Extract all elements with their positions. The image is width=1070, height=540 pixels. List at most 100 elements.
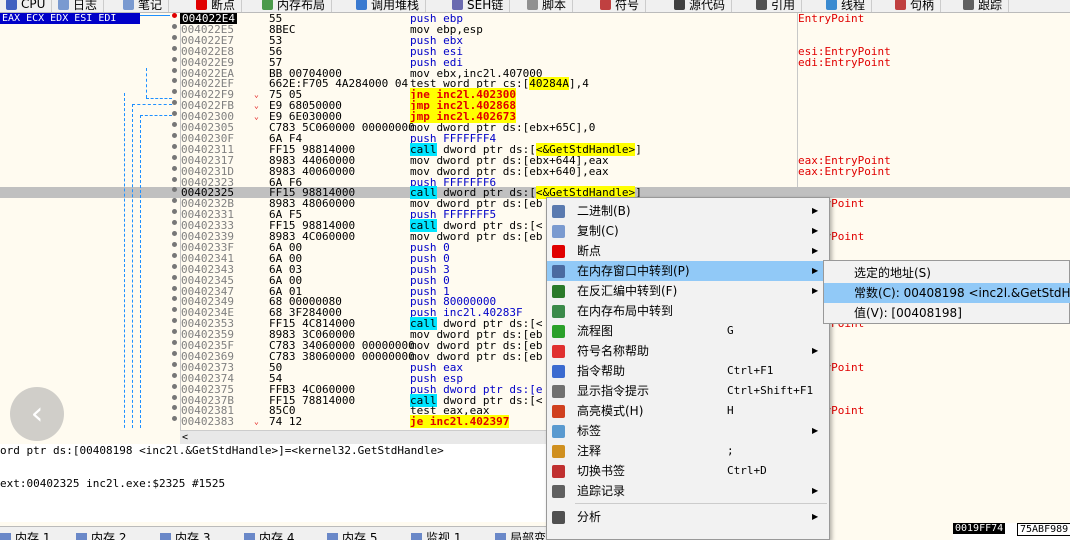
menu-item-11[interactable]: 高亮模式(H) H	[547, 401, 829, 421]
disasm-row[interactable]: 004022E7 53 push ebx	[0, 34, 1070, 46]
menu-item-15[interactable]: 追踪记录 ▶	[547, 481, 829, 501]
breakpoint-dot-icon[interactable]	[172, 143, 177, 149]
submenu-item-3[interactable]: 值(V): [00408198]	[824, 303, 1070, 323]
breakpoint-dot-icon[interactable]	[172, 122, 177, 127]
menu-item-16[interactable]: 分析 ▶	[547, 507, 829, 527]
disasm-row[interactable]: 004022EF 662E:F705 4A284000 04 test word p…	[0, 77, 1070, 91]
breakpoint-dot-icon[interactable]	[172, 394, 177, 400]
disasm-row[interactable]: 0040231D 8983 40060000 mov dword ptr ds:[e…	[0, 165, 1070, 177]
breakpoint-dot-icon[interactable]	[172, 45, 177, 51]
menu-item-12[interactable]: 标签 ▶	[547, 421, 829, 441]
tab-11[interactable]: 引用	[750, 0, 803, 12]
bottom-tab-6[interactable]: 监视 1	[411, 529, 461, 540]
breakpoint-dot-icon[interactable]	[172, 165, 177, 171]
breakpoint-dot-icon[interactable]	[172, 274, 177, 280]
bottom-tab-1[interactable]: 内存 1	[0, 529, 50, 540]
info-pane: ord ptr ds:[00408198 <inc2l.&GetStdHandl…	[0, 444, 560, 522]
menu-item-8[interactable]: 符号名称帮助 ▶	[547, 341, 829, 361]
tab-1[interactable]: CPU	[0, 0, 53, 12]
breakpoint-dot-icon[interactable]	[172, 405, 177, 411]
breakpoint-dot-icon[interactable]	[172, 372, 177, 378]
tab-8[interactable]: 脚本	[521, 0, 574, 12]
menu-item-6[interactable]: 在内存布局中转到	[547, 301, 829, 321]
tab-10[interactable]: 源代码	[668, 0, 733, 12]
breakpoint-dot-icon[interactable]	[172, 132, 177, 138]
breakpoint-dot-icon[interactable]	[172, 34, 177, 40]
bottom-tab-2[interactable]: 内存 2	[76, 529, 126, 540]
tab-7[interactable]: SEH链	[446, 0, 511, 12]
tab-12[interactable]: 线程	[820, 0, 873, 12]
disasm-row[interactable]: 00402369 C783 38060000 00000000 mov dword …	[0, 350, 1070, 362]
breakpoint-dot-icon[interactable]	[172, 361, 177, 367]
disasm-row[interactable]: 004022E5 8BEC mov ebp,esp	[0, 23, 1070, 35]
scroll-left-icon[interactable]: <	[182, 431, 188, 444]
jump-line	[140, 115, 141, 430]
tab-3[interactable]: 笔记	[117, 0, 170, 12]
disasm-row[interactable]: 004022E8 56 push esi esi:EntryPoint	[0, 45, 1070, 57]
breakpoint-dot-icon[interactable]	[172, 111, 177, 117]
breakpoint-dot-icon[interactable]	[172, 176, 177, 182]
submenu-item-2[interactable]: 常数(C): 00408198 <inc2l.&GetStdHa	[824, 283, 1070, 303]
tab-5[interactable]: 内存布局	[256, 0, 333, 12]
breakpoint-dot-icon[interactable]	[172, 285, 177, 291]
menu-item-1[interactable]: 二进制(B) ▶	[547, 201, 829, 221]
disasm-row[interactable]: 0040232B 8983 48060000 mov dword ptr ds:[e…	[0, 198, 1070, 209]
breakpoint-dot-icon[interactable]	[172, 383, 177, 389]
menu-item-4[interactable]: 在内存窗口中转到(P) ▶	[547, 261, 829, 281]
breakpoint-dot-icon[interactable]	[172, 154, 177, 160]
bottom-tab-4[interactable]: 内存 4	[244, 529, 294, 540]
breakpoint-dot-icon[interactable]	[172, 350, 177, 356]
tab-2[interactable]: 日志	[52, 0, 105, 12]
breakpoint-dot-icon[interactable]	[172, 296, 177, 302]
menu-item-14[interactable]: 切换书签 Ctrl+D	[547, 461, 829, 481]
disassembly-view[interactable]: EAX ECX EDX ESI EDI 004022E4 55 push ebp En…	[0, 13, 1070, 430]
bottom-tab-5[interactable]: 内存 5	[327, 529, 377, 540]
breakpoint-dot-icon[interactable]	[172, 252, 177, 258]
disasm-row[interactable]: 00402305 C783 5C060000 00000000 mov dword …	[0, 122, 1070, 133]
menu-item-7[interactable]: 流程图 G	[547, 321, 829, 341]
tab-label: 跟踪	[978, 0, 1003, 12]
menu-item-10[interactable]: 显示指令提示 Ctrl+Shift+F1	[547, 381, 829, 401]
menu-item-9[interactable]: 指令帮助 Ctrl+F1	[547, 361, 829, 381]
breakpoint-dot-icon[interactable]	[172, 329, 177, 335]
breakpoint-dot-icon[interactable]	[172, 187, 177, 193]
breakpoint-dot-icon[interactable]	[172, 340, 177, 345]
bottom-tab-7[interactable]: 局部变	[495, 529, 546, 540]
bottom-tab-3[interactable]: 内存 3	[160, 529, 210, 540]
submenu-item-1[interactable]: 选定的地址(S)	[824, 263, 1070, 283]
disasm-row[interactable]: 0040233F 6A 00 push 0	[0, 241, 1070, 253]
menu-item-5[interactable]: 在反汇编中转到(F) ▶	[547, 281, 829, 301]
breakpoint-dot-icon[interactable]	[172, 89, 177, 95]
tab-9[interactable]: 符号	[594, 0, 647, 12]
breakpoint-dot-icon[interactable]	[172, 67, 177, 73]
breakpoint-dot-icon[interactable]	[172, 100, 177, 106]
disasm-row[interactable]: 0040237B FF15 78814000 call dword ptr ds:[…	[0, 393, 1070, 407]
breakpoint-dot-icon[interactable]	[172, 220, 177, 226]
breakpoint-dot-icon[interactable]	[172, 416, 177, 422]
breakpoint-dot-icon[interactable]	[172, 23, 177, 29]
back-arrow-icon[interactable]: ‹	[10, 387, 64, 441]
menu-item-2[interactable]: 复制(C) ▶	[547, 221, 829, 241]
disasm-row[interactable]: 00402373 50 push eax EntryPoint	[0, 361, 1070, 373]
breakpoint-dot-icon[interactable]	[172, 241, 177, 247]
disasm-row[interactable]: 00402383 74 12 ⌄ je inc2l.402397	[0, 415, 1070, 429]
breakpoint-dot-icon[interactable]	[172, 198, 177, 204]
disasm-row[interactable]: 004022FB E9 68050000 ⌄ jmp inc2l.402868	[0, 99, 1070, 113]
breakpoint-dot-icon[interactable]	[172, 231, 177, 236]
tab-4[interactable]: 断点	[190, 0, 243, 12]
breakpoint-dot-icon[interactable]	[172, 307, 177, 313]
row-address: 00402345	[181, 273, 234, 287]
tab-6[interactable]: 调用堆栈	[350, 0, 427, 12]
menu-item-13[interactable]: 注释;	[547, 441, 829, 461]
breakpoint-dot-icon[interactable]	[172, 263, 177, 269]
disasm-row[interactable]: 00402381 85C0 test eax,eax EntryPoint	[0, 405, 1070, 416]
breakpoint-dot-icon[interactable]	[172, 56, 177, 62]
tab-13[interactable]: 句柄	[889, 0, 942, 12]
disasm-row[interactable]: 00402339 8983 4C060000 mov dword ptr ds:[e…	[0, 231, 1070, 242]
tab-14[interactable]: 跟踪	[957, 0, 1010, 12]
menu-item-3[interactable]: 断点 ▶	[547, 241, 829, 261]
breakpoint-dot-icon[interactable]	[172, 318, 177, 324]
breakpoint-icon[interactable]	[172, 13, 177, 18]
breakpoint-dot-icon[interactable]	[172, 78, 177, 84]
breakpoint-dot-icon[interactable]	[172, 209, 177, 215]
